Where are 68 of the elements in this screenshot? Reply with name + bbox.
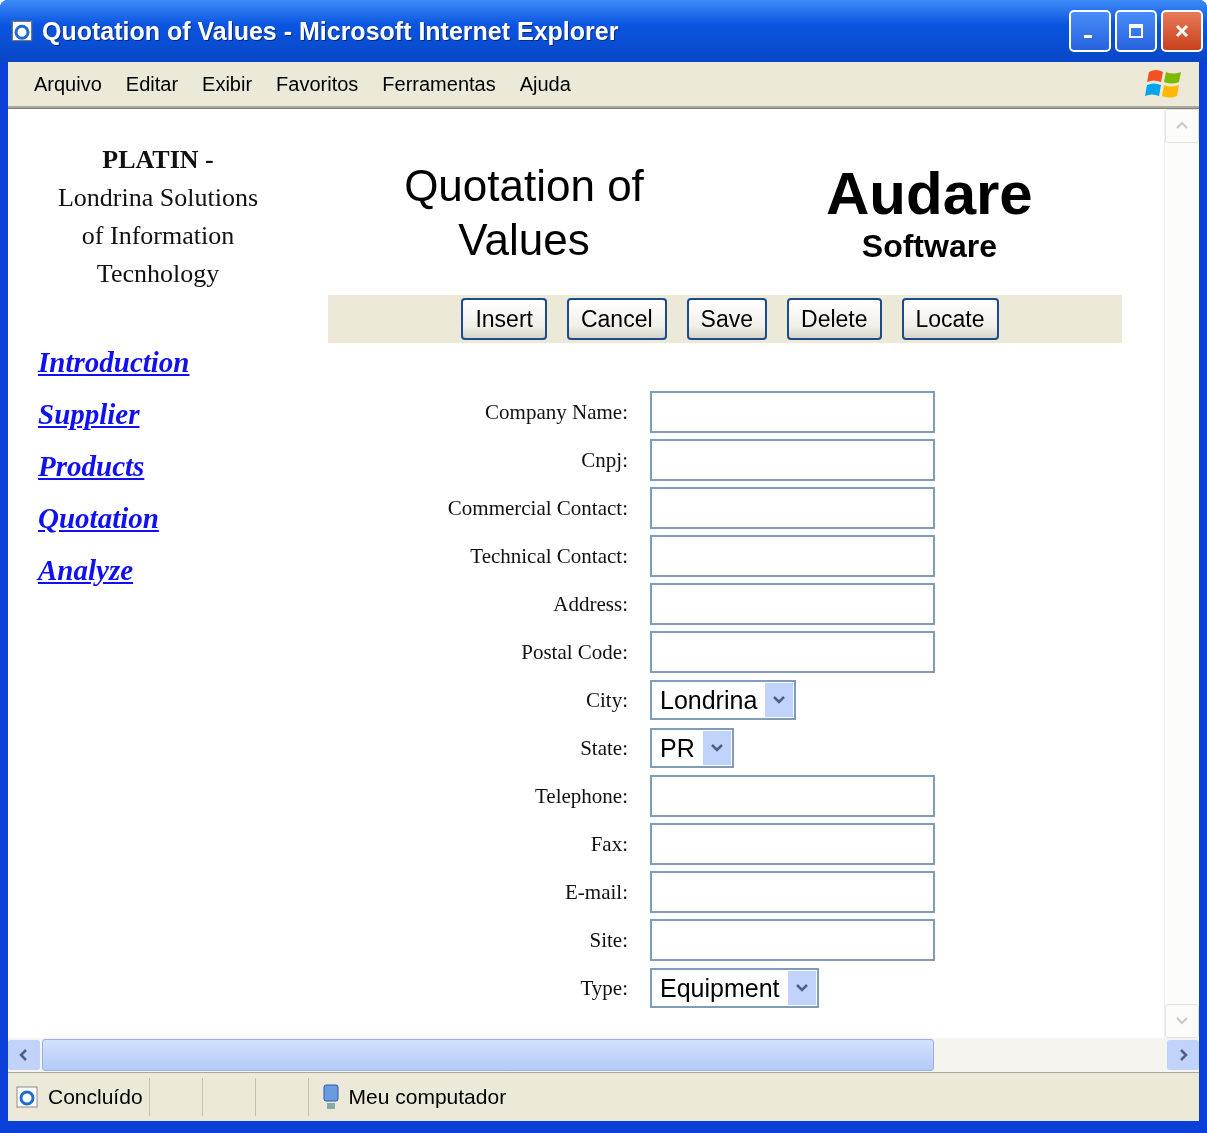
dropdown[interactable]: PR xyxy=(650,728,734,768)
maximize-button[interactable] xyxy=(1115,10,1157,52)
menu-item[interactable]: Favoritos xyxy=(270,72,373,96)
field-label: Technical Contact: xyxy=(470,543,628,569)
nav-link[interactable]: Products xyxy=(38,447,145,486)
menu-item[interactable]: Ajuda xyxy=(513,72,585,96)
field-label: Type: xyxy=(580,975,628,1001)
field-label: Postal Code: xyxy=(521,639,628,665)
chevron-down-icon xyxy=(795,983,808,993)
field-label: Commercial Contact: xyxy=(447,495,628,521)
field-label: E-mail: xyxy=(565,879,628,905)
nav-link[interactable]: Analyze xyxy=(38,551,134,590)
brand-tagline: Software xyxy=(861,227,997,265)
minimize-icon xyxy=(1084,34,1092,38)
chevron-up-icon xyxy=(1176,121,1188,131)
action-button[interactable]: Locate xyxy=(901,298,999,340)
company-description: Londrina Solutions xyxy=(57,182,259,214)
action-button[interactable]: Save xyxy=(686,298,767,340)
nav-link[interactable]: Introduction xyxy=(38,343,190,382)
chevron-down-icon xyxy=(773,695,786,705)
company-description: Tecnhology xyxy=(96,258,220,290)
dropdown[interactable]: Londrina xyxy=(650,680,797,720)
input-field[interactable] xyxy=(650,919,935,961)
action-button[interactable]: Cancel xyxy=(566,298,667,340)
menu-item[interactable]: Exibir xyxy=(196,72,267,96)
dropdown[interactable]: Equipment xyxy=(650,968,819,1008)
input-field[interactable] xyxy=(650,583,935,625)
field-label: Site: xyxy=(589,927,628,953)
vertical-scrollbar[interactable] xyxy=(1164,109,1199,1038)
field-label: Address: xyxy=(553,591,628,617)
field-label: Company Name: xyxy=(485,399,628,425)
company-name: PLATIN - xyxy=(102,144,214,176)
minimize-button[interactable] xyxy=(1069,10,1111,52)
input-field[interactable] xyxy=(650,871,935,913)
input-field[interactable] xyxy=(650,631,935,673)
action-button[interactable]: Insert xyxy=(461,298,547,340)
zone-text: Meu computador xyxy=(348,1085,507,1109)
menu-item[interactable]: Arquivo xyxy=(28,72,116,96)
input-field[interactable] xyxy=(650,823,935,865)
field-label: Cnpj: xyxy=(581,447,628,473)
field-label: State: xyxy=(580,735,628,761)
chevron-down-icon xyxy=(710,743,723,753)
window-title: Quotation of Values - Microsoft Internet Explorer xyxy=(42,16,619,46)
nav-link[interactable]: Quotation xyxy=(38,499,159,538)
page-icon xyxy=(10,19,34,43)
menu-item[interactable]: Editar xyxy=(119,72,193,96)
action-button[interactable]: Delete xyxy=(787,298,882,340)
chevron-left-icon xyxy=(19,1049,29,1061)
nav-link[interactable]: Supplier xyxy=(38,395,140,434)
maximize-icon xyxy=(1128,23,1144,39)
input-field[interactable] xyxy=(650,391,935,433)
input-field[interactable] xyxy=(650,439,935,481)
horizontal-scrollbar[interactable] xyxy=(8,1038,1199,1072)
input-field[interactable] xyxy=(650,775,935,817)
page-title: Quotation of Values xyxy=(403,160,645,266)
field-label: Fax: xyxy=(590,831,628,857)
field-label: Telephone: xyxy=(535,783,628,809)
field-label: City: xyxy=(586,687,628,713)
company-description: of Information xyxy=(81,220,235,252)
input-field[interactable] xyxy=(650,487,935,529)
chevron-down-icon xyxy=(1176,1016,1188,1026)
close-button[interactable] xyxy=(1161,10,1203,52)
status-text: Concluído xyxy=(48,1085,143,1109)
menu-item[interactable]: Ferramentas xyxy=(376,72,510,96)
close-icon xyxy=(1174,23,1190,39)
brand-name: Audare xyxy=(826,161,1033,227)
chevron-right-icon xyxy=(1178,1049,1188,1061)
input-field[interactable] xyxy=(650,535,935,577)
